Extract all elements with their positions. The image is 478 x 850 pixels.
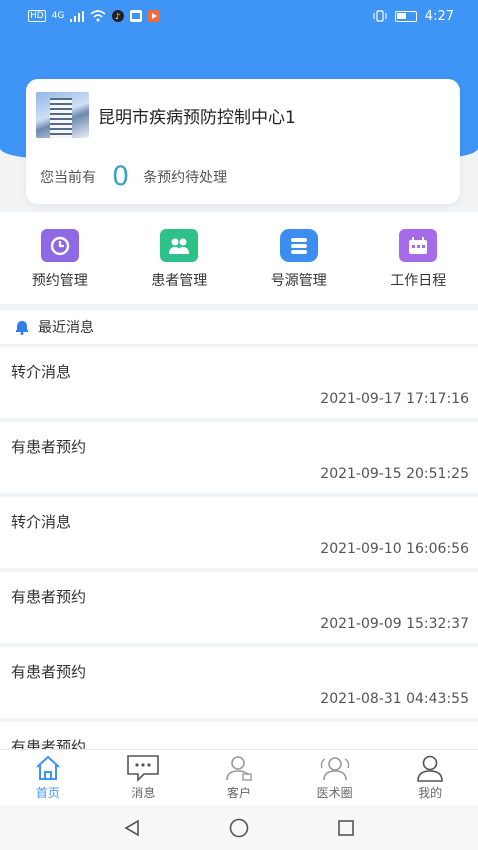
shortcut-appointment-management[interactable]: 预约管理: [0, 212, 120, 304]
community-icon: [320, 757, 349, 781]
system-navigation-bar: [0, 805, 478, 850]
organization-name: 昆明市疾病预防控制中心1: [98, 108, 296, 128]
signal-label: 4G: [51, 11, 65, 21]
customer-icon: [226, 756, 252, 781]
status-bar: HD 4G ♪ 4:27: [0, 0, 478, 32]
bell-icon: [16, 321, 28, 335]
vibrate-icon: [373, 10, 387, 22]
message-title: 有患者预约: [11, 663, 87, 681]
home-button-icon[interactable]: [228, 817, 250, 839]
shortcut-patient-management[interactable]: 患者管理: [120, 212, 240, 304]
tab-medical-circle[interactable]: 医术圈: [287, 750, 383, 805]
message-item[interactable]: 转介消息 2021-09-17 17:17:16: [0, 347, 478, 418]
message-time: 2021-09-17 17:17:16: [320, 391, 469, 407]
tab-label: 首页: [35, 786, 60, 800]
person-icon: [417, 755, 443, 782]
signal-icon: [70, 10, 85, 22]
chat-icon: [127, 755, 160, 782]
shortcut-label: 号源管理: [270, 273, 327, 289]
shortcut-label: 预约管理: [31, 273, 88, 289]
tiktok-icon: ♪: [112, 10, 125, 22]
message-title: 有患者预约: [11, 588, 87, 606]
recent-messages-header: 最近消息: [0, 310, 478, 344]
wifi-icon: [90, 10, 106, 22]
message-item[interactable]: 转介消息 2021-09-10 16:06:56: [0, 497, 478, 568]
recent-messages-title: 最近消息: [38, 320, 94, 336]
message-item[interactable]: 有患者预约 2021-09-09 15:32:37: [0, 572, 478, 643]
organization-card[interactable]: 昆明市疾病预防控制中心1 您当前有 0 条预约待处理: [26, 79, 460, 204]
message-time: 2021-08-31 04:43:55: [320, 691, 469, 707]
shortcut-label: 工作日程: [390, 273, 447, 289]
pending-suffix: 条预约待处理: [143, 169, 228, 186]
hd-badge: HD: [28, 10, 46, 22]
tab-label: 医术圈: [316, 786, 353, 800]
clock-icon: [40, 229, 79, 262]
message-time: 2021-09-10 16:06:56: [320, 541, 469, 557]
message-title: 转介消息: [11, 513, 72, 531]
shortcut-slot-management[interactable]: 号源管理: [239, 212, 359, 304]
pending-prefix: 您当前有: [40, 169, 96, 186]
bottom-tab-bar: 首页 消息 客户 医术圈 我的: [0, 749, 478, 805]
clock-time: 4:27: [424, 8, 454, 24]
shortcut-label: 患者管理: [151, 273, 208, 289]
organization-logo: [36, 92, 89, 138]
tab-messages[interactable]: 消息: [96, 750, 192, 805]
message-item[interactable]: 有患者预约 2021-08-31 04:43:55: [0, 647, 478, 718]
video-app-icon: [148, 10, 161, 22]
recent-apps-icon[interactable]: [336, 818, 356, 838]
tab-label: 消息: [131, 786, 156, 800]
home-icon: [36, 755, 60, 780]
tab-customers[interactable]: 客户: [191, 750, 287, 805]
list-icon: [279, 229, 318, 262]
svg-text:♪: ♪: [115, 12, 120, 21]
calendar-icon: [399, 229, 438, 262]
message-time: 2021-09-15 20:51:25: [320, 466, 469, 482]
shortcut-work-schedule[interactable]: 工作日程: [359, 212, 478, 304]
patients-icon: [160, 229, 199, 262]
tab-label: 客户: [226, 786, 251, 800]
shortcut-menu: 预约管理 患者管理 号源管理 工作日程: [0, 212, 478, 304]
pending-count: 0: [112, 161, 130, 192]
message-item[interactable]: 有患者预约: [0, 722, 478, 749]
tab-label: 我的: [418, 786, 443, 800]
tab-home[interactable]: 首页: [0, 750, 96, 805]
message-time: 2021-09-09 15:32:37: [320, 616, 469, 632]
battery-icon: [394, 10, 417, 22]
back-icon[interactable]: [122, 818, 142, 838]
message-item[interactable]: 有患者预约 2021-09-15 20:51:25: [0, 422, 478, 493]
message-title: 有患者预约: [11, 438, 87, 456]
message-title: 转介消息: [11, 363, 72, 381]
app-notification-icon: [130, 10, 143, 22]
message-list[interactable]: 转介消息 2021-09-17 17:17:16 有患者预约 2021-09-1…: [0, 347, 478, 749]
message-title: 有患者预约: [11, 738, 87, 749]
pending-summary: 您当前有 0 条预约待处理: [40, 163, 227, 190]
tab-profile[interactable]: 我的: [382, 750, 478, 805]
